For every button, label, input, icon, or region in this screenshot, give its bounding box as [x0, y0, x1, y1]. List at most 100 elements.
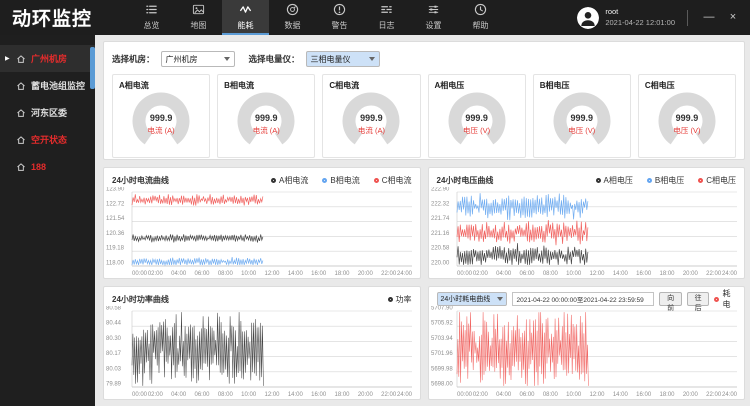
username: root	[605, 7, 675, 18]
svg-text:5698.00: 5698.00	[431, 382, 453, 388]
svg-text:16:00: 16:00	[636, 392, 652, 398]
sidebar: ▶广州机房▶蓄电池组监控▶河东区委▶空开状态▶188	[0, 35, 95, 406]
sidebar-item-guangzhou-room[interactable]: ▶广州机房	[0, 45, 95, 72]
svg-text:04:00: 04:00	[171, 271, 187, 277]
svg-text:22:00: 22:00	[381, 392, 397, 398]
chart-plot-area: 222.90222.32221.74221.16220.58220.0000:0…	[429, 187, 745, 278]
backward-button[interactable]: 往后	[687, 292, 710, 306]
map-icon	[192, 3, 205, 18]
legend-item-1[interactable]: B相电流	[322, 175, 359, 186]
home-icon	[16, 54, 26, 64]
chevron-down-icon	[369, 57, 375, 61]
svg-text:18:00: 18:00	[659, 271, 675, 277]
sidebar-item-battery-group-monitor[interactable]: ▶蓄电池组监控	[0, 72, 95, 99]
svg-text:24:00: 24:00	[397, 392, 413, 398]
svg-text:119.18: 119.18	[106, 246, 125, 252]
meter-select[interactable]: 三相电量仪	[306, 51, 380, 67]
legend-ring-icon	[647, 178, 652, 183]
date-range-input[interactable]: 2021-04-22 00:00:00至2021-04-22 23:59:59	[512, 292, 655, 306]
tab-data[interactable]: 数据	[269, 0, 316, 35]
svg-text:80.03: 80.03	[106, 366, 122, 372]
legend-label: C相电压	[706, 175, 736, 186]
chart-legend: A相电压 B相电压 C相电压	[596, 175, 736, 186]
gauge-unit: 电压 (V)	[658, 125, 716, 136]
legend-item-0[interactable]: A相电流	[271, 175, 308, 186]
tab-overview[interactable]: 总览	[128, 0, 175, 35]
gauge-title: A相电压	[435, 80, 519, 91]
chart-power-24h: 24小时功率曲线 功率 80.5880.4480.3080.1780.0379.…	[103, 286, 421, 400]
energy-curve-select[interactable]: 24小时耗电曲线	[437, 292, 507, 306]
legend-item-0[interactable]: A相电压	[596, 175, 633, 186]
svg-text:20:00: 20:00	[358, 392, 374, 398]
log-icon	[380, 3, 393, 18]
svg-text:02:00: 02:00	[472, 392, 488, 398]
svg-text:04:00: 04:00	[171, 392, 187, 398]
minimize-button[interactable]: —	[700, 7, 718, 29]
gauge-value: 999.9	[342, 113, 400, 123]
svg-text:18:00: 18:00	[334, 392, 350, 398]
meter-select-label: 选择电量仪：	[249, 53, 300, 65]
svg-text:10:00: 10:00	[241, 271, 257, 277]
tab-label: 警告	[332, 20, 348, 31]
tab-energy[interactable]: 能耗	[222, 0, 269, 35]
svg-text:16:00: 16:00	[311, 392, 327, 398]
gauge-card-c-phase-current: C相电流999.9电流 (A)	[322, 74, 420, 158]
user-avatar-icon	[577, 7, 599, 29]
legend-item-2[interactable]: C相电流	[374, 175, 412, 186]
legend-ring-icon	[322, 178, 327, 183]
tab-help[interactable]: 帮助	[457, 0, 504, 35]
svg-text:16:00: 16:00	[311, 271, 327, 277]
svg-text:121.54: 121.54	[106, 216, 125, 222]
help-icon	[474, 3, 487, 18]
svg-text:12:00: 12:00	[589, 392, 605, 398]
gauge-panel: 选择机房： 广州机房 选择电量仪： 三相电量仪 A相电流999.9电流 (A)B…	[103, 41, 745, 160]
legend-label: B相电流	[330, 175, 359, 186]
legend-ring-icon	[698, 178, 703, 183]
user-info: root 2021-04-22 12:01:00	[605, 7, 675, 29]
room-select[interactable]: 广州机房	[161, 51, 235, 67]
svg-text:18:00: 18:00	[334, 271, 350, 277]
tab-alerts[interactable]: 警告	[316, 0, 363, 35]
selected-arrow-icon: ▶	[5, 55, 10, 62]
sidebar-item-room-188[interactable]: ▶188	[0, 153, 95, 180]
sidebar-item-breaker-status[interactable]: ▶空开状态	[0, 126, 95, 153]
chart-legend: A相电流 B相电流 C相电流	[271, 175, 411, 186]
gauge-value: 999.9	[448, 113, 506, 123]
forward-button[interactable]: 向前	[659, 292, 682, 306]
gauge-card-b-phase-voltage: B相电压999.9电压 (V)	[533, 74, 631, 158]
room-select-label: 选择机房：	[112, 53, 155, 65]
svg-text:00:00: 00:00	[132, 392, 148, 398]
close-button[interactable]: ×	[724, 7, 742, 29]
svg-text:06:00: 06:00	[194, 392, 210, 398]
sidebar-item-label: 蓄电池组监控	[31, 79, 85, 92]
legend-item-1[interactable]: B相电压	[647, 175, 684, 186]
chart-legend: 功率	[388, 294, 412, 305]
svg-text:08:00: 08:00	[542, 271, 558, 277]
svg-text:02:00: 02:00	[148, 392, 164, 398]
legend-item-2[interactable]: C相电压	[698, 175, 736, 186]
chart-plot-area: 80.5880.4480.3080.1780.0379.8900:0002:00…	[104, 306, 420, 399]
legend-item-0[interactable]: 功率	[388, 294, 412, 305]
svg-text:14:00: 14:00	[612, 392, 628, 398]
legend-ring-icon	[714, 297, 719, 302]
legend-label: B相电压	[655, 175, 684, 186]
chart-title: 24小时电压曲线	[437, 175, 494, 186]
svg-text:14:00: 14:00	[612, 271, 628, 277]
svg-text:06:00: 06:00	[194, 271, 210, 277]
legend-ring-icon	[374, 178, 379, 183]
legend-ring-icon	[388, 297, 393, 302]
gauge-row: A相电流999.9电流 (A)B相电流999.9电流 (A)C相电流999.9电…	[112, 74, 736, 158]
titlebar-right: root 2021-04-22 12:01:00 — ×	[577, 0, 750, 35]
tab-map[interactable]: 地图	[175, 0, 222, 35]
sidebar-item-hedong-district[interactable]: ▶河东区委	[0, 99, 95, 126]
tab-logs[interactable]: 日志	[363, 0, 410, 35]
gauge-value: 999.9	[553, 113, 611, 123]
svg-text:08:00: 08:00	[218, 271, 234, 277]
svg-text:24:00: 24:00	[721, 392, 737, 398]
tab-settings[interactable]: 设置	[410, 0, 457, 35]
svg-text:80.17: 80.17	[106, 351, 122, 357]
chevron-down-icon	[224, 57, 230, 61]
svg-text:5701.96: 5701.96	[431, 351, 453, 357]
svg-text:10:00: 10:00	[241, 392, 257, 398]
legend-label: 功率	[396, 294, 412, 305]
